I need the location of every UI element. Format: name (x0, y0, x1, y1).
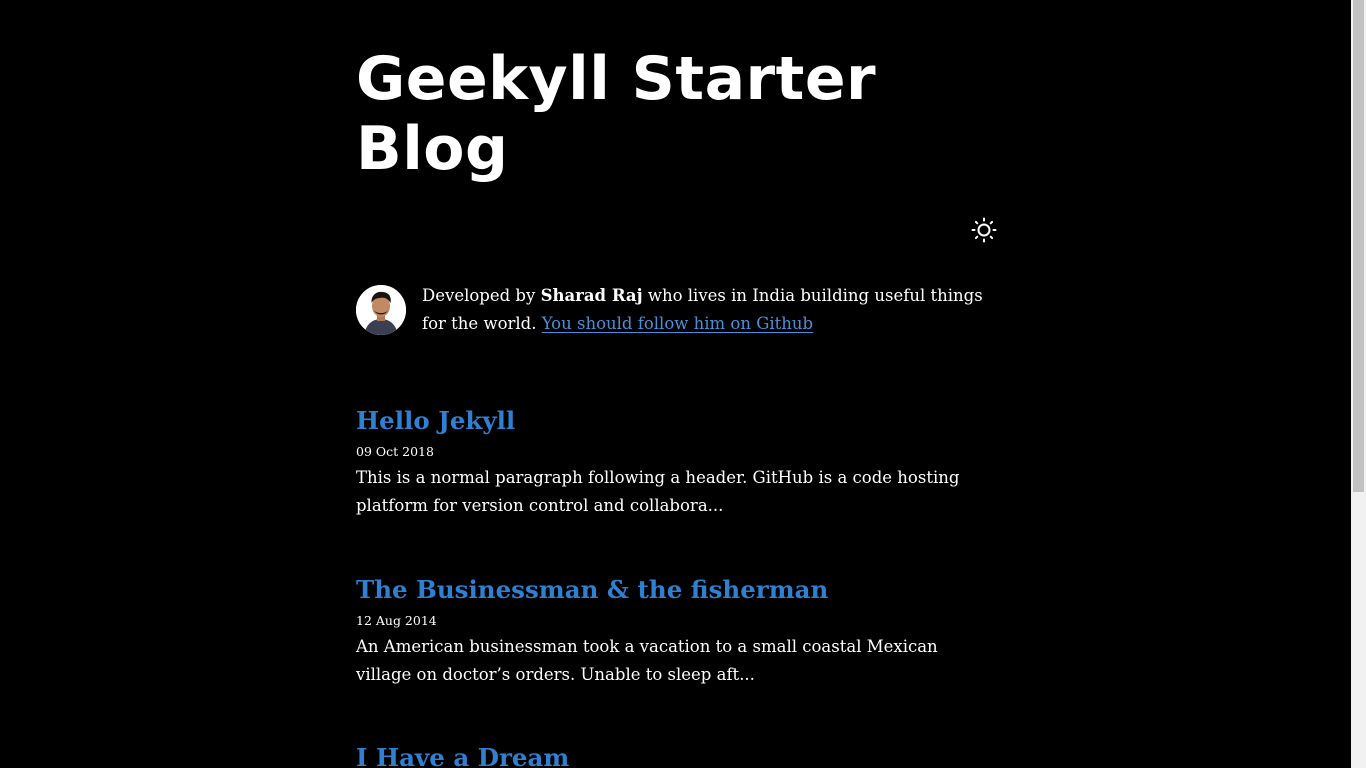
page: Geekyll Starter Blog Developed by Sharad… (0, 0, 1351, 768)
github-follow-link[interactable]: You should follow him on Github (542, 314, 813, 333)
author-name: Sharad Raj (540, 286, 643, 305)
post-title-link[interactable]: Hello Jekyll (356, 404, 996, 438)
scrollbar-thumb[interactable] (1353, 0, 1364, 492)
post-date: 12 Aug 2014 (356, 613, 437, 628)
theme-toggle-button[interactable] (970, 216, 998, 244)
bio-prefix: Developed by (422, 286, 541, 305)
post-excerpt: This is a normal paragraph following a h… (356, 468, 960, 515)
post-item: The Businessman & the fisherman 12 Aug 2… (356, 573, 996, 689)
vertical-scrollbar[interactable] (1351, 0, 1366, 768)
post-item: Hello Jekyll 09 Oct 2018 This is a norma… (356, 404, 996, 520)
bio-text: Developed by Sharad Raj who lives in Ind… (422, 282, 996, 338)
post-date: 09 Oct 2018 (356, 444, 434, 459)
post-title-link[interactable]: I Have a Dream (356, 741, 996, 768)
post-excerpt: An American businessman took a vacation … (356, 637, 938, 684)
sun-icon (970, 216, 998, 244)
post-item: I Have a Dream (356, 741, 996, 768)
site-title[interactable]: Geekyll Starter Blog (356, 44, 996, 184)
avatar (356, 285, 406, 335)
post-title-link[interactable]: The Businessman & the fisherman (356, 573, 996, 607)
